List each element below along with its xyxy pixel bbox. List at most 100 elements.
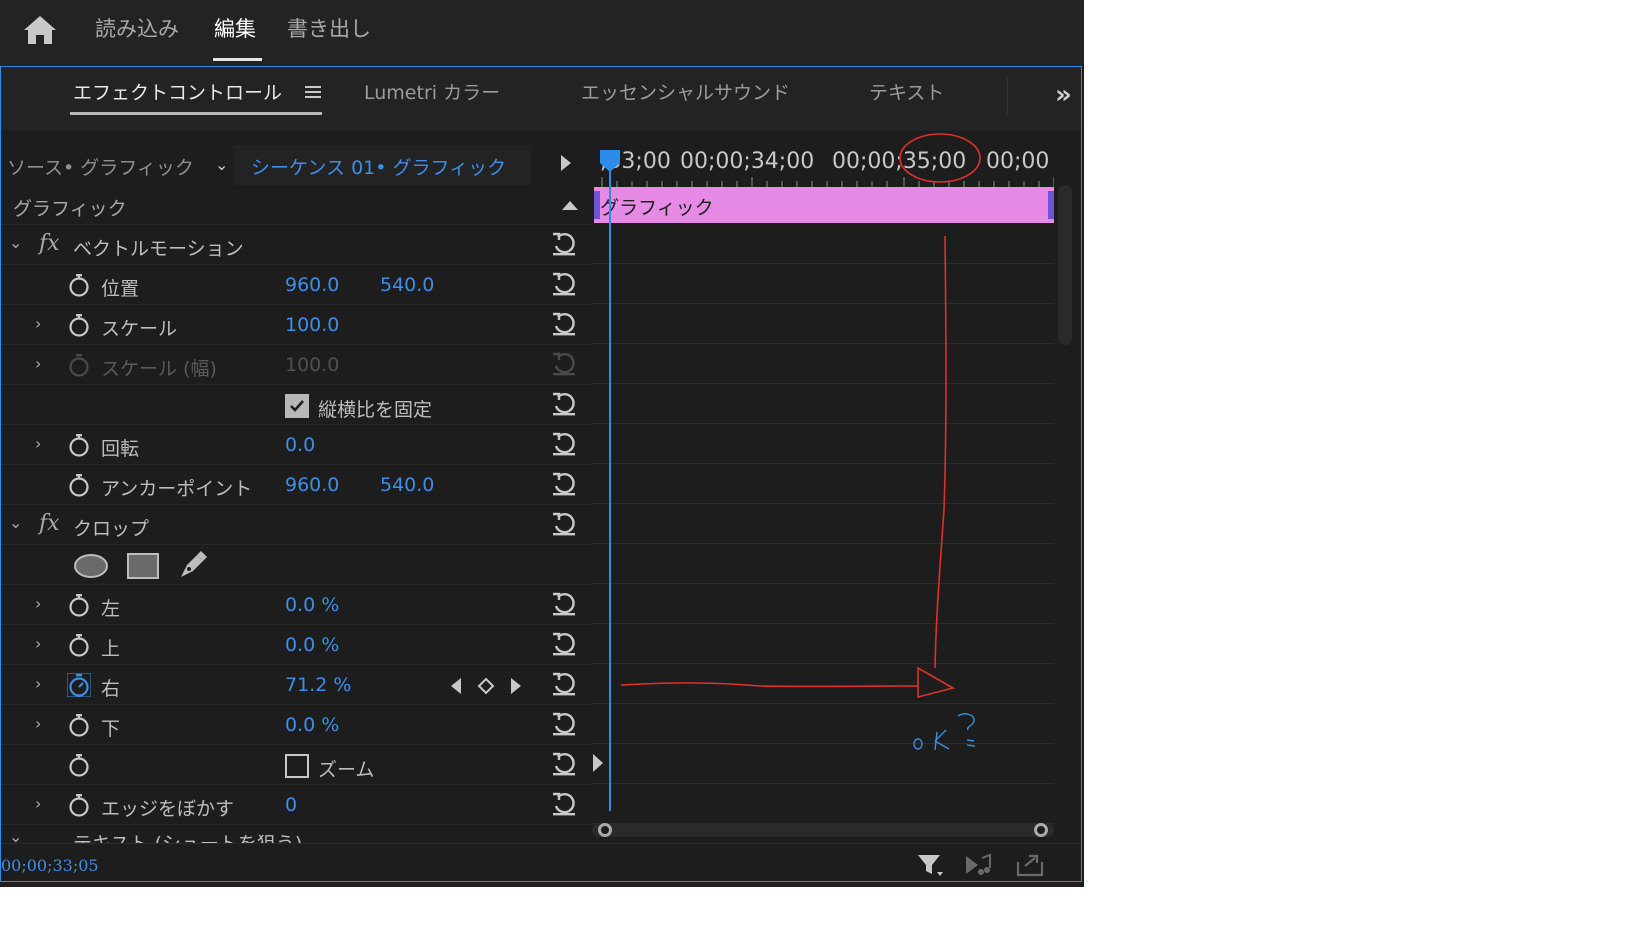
export-icon[interactable] bbox=[1015, 852, 1045, 878]
prop-zoom[interactable]: ズーム bbox=[1, 745, 591, 785]
feather-value[interactable]: 0 bbox=[285, 794, 297, 816]
playhead-handle-icon[interactable] bbox=[599, 149, 621, 173]
scroll-end-handle[interactable] bbox=[1034, 823, 1048, 837]
tab-effect-controls[interactable]: エフェクトコントロール bbox=[73, 78, 282, 105]
chevron-right-icon[interactable]: › bbox=[35, 354, 41, 373]
crop-right-value[interactable]: 71.2 % bbox=[285, 674, 351, 696]
add-keyframe-icon[interactable] bbox=[477, 677, 495, 695]
prop-uniform-scale[interactable]: 縦横比を固定 bbox=[1, 385, 591, 425]
reset-icon[interactable] bbox=[550, 471, 578, 497]
play-triangle-icon[interactable] bbox=[561, 155, 571, 171]
filter-icon[interactable] bbox=[915, 852, 945, 878]
reset-icon[interactable] bbox=[550, 671, 578, 697]
stopwatch-icon[interactable] bbox=[67, 593, 91, 617]
stopwatch-icon[interactable] bbox=[67, 473, 91, 497]
uniform-scale-checkbox[interactable] bbox=[285, 394, 309, 418]
prop-anchor-point[interactable]: アンカーポイント 960.0 540.0 bbox=[1, 465, 591, 505]
prop-scale[interactable]: › スケール 100.0 bbox=[1, 305, 591, 345]
reset-icon[interactable] bbox=[550, 431, 578, 457]
reset-icon[interactable] bbox=[550, 631, 578, 657]
chevron-right-icon[interactable]: › bbox=[35, 674, 41, 693]
tab-edit[interactable]: 編集 bbox=[214, 13, 256, 43]
scale-value[interactable]: 100.0 bbox=[285, 314, 339, 336]
prop-crop-left[interactable]: › 左 0.0 % bbox=[1, 585, 591, 625]
zoom-checkbox[interactable] bbox=[285, 754, 309, 778]
source-label[interactable]: ソース• グラフィック bbox=[7, 153, 194, 180]
horizontal-scrollbar[interactable] bbox=[592, 823, 1054, 837]
effect-text-layer[interactable]: ⌄ テキスト (シュートを狙う) bbox=[1, 825, 591, 845]
chevron-right-icon[interactable]: › bbox=[35, 794, 41, 813]
position-x-value[interactable]: 960.0 bbox=[285, 274, 339, 296]
tab-export[interactable]: 書き出し bbox=[287, 13, 371, 43]
rotation-value[interactable]: 0.0 bbox=[285, 434, 315, 456]
panel-tab-bar: エフェクトコントロール Lumetri カラー エッセンシャルサウンド テキスト… bbox=[1, 67, 1081, 131]
prop-position[interactable]: 位置 960.0 540.0 bbox=[1, 265, 591, 305]
stopwatch-icon[interactable] bbox=[67, 713, 91, 737]
stopwatch-icon[interactable] bbox=[67, 753, 91, 777]
prop-rotation[interactable]: › 回転 0.0 bbox=[1, 425, 591, 465]
chevron-right-icon[interactable]: › bbox=[35, 594, 41, 613]
next-keyframe-icon[interactable] bbox=[509, 677, 523, 695]
prop-crop-bottom[interactable]: › 下 0.0 % bbox=[1, 705, 591, 745]
chevron-down-icon[interactable]: ⌄ bbox=[215, 155, 228, 174]
keyframe-marker-icon[interactable] bbox=[592, 753, 604, 773]
clip-out-handle[interactable] bbox=[1048, 191, 1054, 219]
tab-text[interactable]: テキスト bbox=[869, 78, 944, 105]
collapse-arrow-icon[interactable] bbox=[562, 200, 578, 210]
time-ruler[interactable]: ;33;00 00;00;34;00 00;00;35;00 00;00 bbox=[592, 145, 1054, 187]
anchor-x-value[interactable]: 960.0 bbox=[285, 474, 339, 496]
sequence-selector[interactable]: シーケンス 01• グラフィック bbox=[233, 145, 531, 185]
pen-mask-icon[interactable] bbox=[177, 549, 209, 581]
stopwatch-icon[interactable] bbox=[67, 793, 91, 817]
ellipse-mask-icon[interactable] bbox=[73, 553, 109, 579]
prop-feather[interactable]: › エッジをぼかす 0 bbox=[1, 785, 591, 825]
reset-icon[interactable] bbox=[550, 591, 578, 617]
more-tabs-icon[interactable]: » bbox=[1055, 80, 1072, 110]
tab-lumetri-color[interactable]: Lumetri カラー bbox=[364, 78, 500, 105]
reset-icon[interactable] bbox=[550, 791, 578, 817]
reset-icon[interactable] bbox=[550, 751, 578, 777]
position-y-value[interactable]: 540.0 bbox=[380, 274, 434, 296]
crop-top-value[interactable]: 0.0 % bbox=[285, 634, 339, 656]
vertical-scrollbar[interactable] bbox=[1058, 185, 1072, 345]
fx-icon[interactable]: fx bbox=[39, 231, 60, 256]
reset-icon[interactable] bbox=[550, 311, 578, 337]
playhead-line[interactable] bbox=[609, 151, 611, 811]
chevron-right-icon[interactable]: › bbox=[35, 314, 41, 333]
stopwatch-icon[interactable] bbox=[67, 273, 91, 297]
prop-crop-top[interactable]: › 上 0.0 % bbox=[1, 625, 591, 665]
stopwatch-icon[interactable] bbox=[67, 433, 91, 457]
stopwatch-active-icon[interactable] bbox=[67, 673, 91, 697]
chevron-right-icon[interactable]: › bbox=[35, 634, 41, 653]
effect-crop[interactable]: ⌄ fx クロップ bbox=[1, 505, 591, 545]
scroll-start-handle[interactable] bbox=[598, 823, 612, 837]
fx-icon[interactable]: fx bbox=[39, 511, 60, 536]
reset-icon[interactable] bbox=[550, 271, 578, 297]
crop-bottom-value[interactable]: 0.0 % bbox=[285, 714, 339, 736]
home-icon[interactable] bbox=[22, 14, 58, 46]
reset-icon[interactable] bbox=[550, 711, 578, 737]
chevron-right-icon[interactable]: › bbox=[35, 434, 41, 453]
prev-keyframe-icon[interactable] bbox=[449, 677, 463, 695]
anchor-y-value[interactable]: 540.0 bbox=[380, 474, 434, 496]
reset-icon[interactable] bbox=[550, 231, 578, 257]
ruler-ticks bbox=[601, 177, 1054, 187]
panel-menu-icon[interactable] bbox=[305, 85, 321, 99]
prop-crop-right[interactable]: › 右 71.2 % bbox=[1, 665, 591, 705]
reset-icon[interactable] bbox=[550, 391, 578, 417]
effect-vector-motion[interactable]: ⌄ fx ベクトルモーション bbox=[1, 225, 591, 265]
reset-icon[interactable] bbox=[550, 511, 578, 537]
chevron-right-icon[interactable]: › bbox=[35, 714, 41, 733]
current-timecode[interactable]: 00;00;33;05 bbox=[1, 856, 99, 875]
graphic-clip[interactable]: グラフィック bbox=[594, 187, 1054, 223]
stopwatch-icon[interactable] bbox=[67, 633, 91, 657]
chevron-down-icon[interactable]: ⌄ bbox=[9, 233, 22, 252]
prop-label: スケール (幅) bbox=[101, 358, 217, 380]
chevron-down-icon[interactable]: ⌄ bbox=[9, 513, 22, 532]
rectangle-mask-icon[interactable] bbox=[126, 552, 160, 580]
crop-left-value[interactable]: 0.0 % bbox=[285, 594, 339, 616]
play-audio-icon[interactable] bbox=[964, 852, 994, 878]
tab-import[interactable]: 読み込み bbox=[95, 13, 179, 43]
stopwatch-icon[interactable] bbox=[67, 313, 91, 337]
tab-essential-sound[interactable]: エッセンシャルサウンド bbox=[581, 78, 790, 105]
